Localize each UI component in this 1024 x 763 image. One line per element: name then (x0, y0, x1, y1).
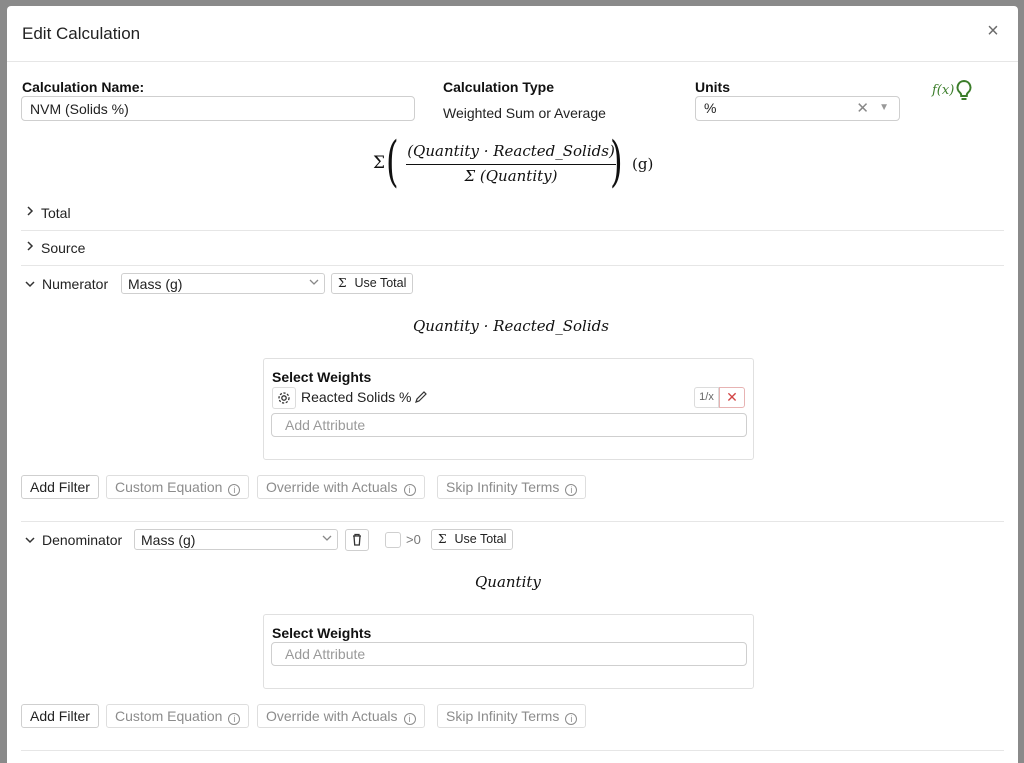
reciprocal-button[interactable]: 1/x (694, 387, 719, 408)
formula-left-paren: ( (386, 130, 399, 193)
denominator-formula: Quantity (475, 573, 541, 591)
formula-denominator: Σ (Quantity) (464, 167, 558, 185)
formula-numerator: (Quantity · Reacted_Solids) (407, 142, 615, 160)
sigma-icon: Σ (338, 276, 347, 290)
chevron-down-icon[interactable] (23, 277, 37, 291)
denominator-weights-panel: Select Weights (263, 614, 754, 689)
info-icon: i (228, 484, 241, 496)
weight-item-label: Reacted Solids % (301, 389, 412, 405)
greater-than-zero-label: >0 (406, 532, 421, 547)
calculation-name-label: Calculation Name: (22, 79, 145, 95)
numerator-use-total-button[interactable]: Σ Use Total (331, 273, 414, 294)
calculation-name-input[interactable] (21, 96, 415, 121)
custom-equation-label: Custom Equation (115, 479, 223, 495)
numerator-label: Numerator (42, 276, 109, 292)
override-actuals-button[interactable]: Override with Actuals i (257, 475, 425, 499)
greater-than-zero-checkbox[interactable] (385, 532, 401, 548)
sigma-icon: Σ (438, 532, 447, 546)
formula-fraction-bar (406, 164, 616, 165)
chevron-down-icon (309, 279, 319, 285)
info-icon: i (403, 713, 416, 725)
edit-calculation-modal: Edit Calculation × Calculation Name: Cal… (7, 6, 1018, 763)
chevron-down-icon[interactable]: ▼ (879, 102, 889, 113)
info-icon: i (403, 484, 416, 496)
chevron-down-icon (322, 535, 332, 541)
skip-infinity-button[interactable]: Skip Infinity Terms i (437, 704, 587, 728)
denominator-select-value: Mass (g) (141, 532, 196, 548)
add-filter-button[interactable]: Add Filter (21, 704, 99, 728)
custom-equation-button[interactable]: Custom Equation i (106, 475, 250, 499)
numerator-weights-panel: Select Weights Reacted Solids % 1/x ✕ (263, 358, 754, 460)
chevron-right-icon (27, 241, 34, 251)
units-label: Units (695, 79, 730, 95)
lightbulb-icon[interactable] (955, 79, 973, 104)
denominator-quantity-select[interactable]: Mass (g) (134, 529, 338, 550)
units-value: % (704, 100, 717, 116)
info-icon: i (565, 484, 578, 496)
modal-header: Edit Calculation × (7, 6, 1018, 62)
weights-title: Select Weights (272, 625, 372, 641)
add-attribute-input[interactable] (271, 642, 747, 666)
chevron-right-icon (27, 206, 34, 216)
divider (21, 750, 1004, 751)
skip-infinity-label: Skip Infinity Terms (446, 708, 560, 724)
chevron-down-icon[interactable] (23, 533, 37, 547)
info-icon: i (565, 713, 578, 725)
section-source[interactable]: Source (21, 231, 1004, 266)
clear-icon[interactable]: ✕ (856, 99, 869, 117)
denominator-label: Denominator (42, 532, 123, 548)
numerator-formula: Quantity · Reacted_Solids (413, 317, 609, 335)
function-icon[interactable]: f(x) (932, 83, 954, 98)
skip-infinity-button[interactable]: Skip Infinity Terms i (437, 475, 587, 499)
custom-equation-button[interactable]: Custom Equation i (106, 704, 250, 728)
section-total-label: Total (41, 205, 71, 221)
close-icon[interactable]: × (982, 20, 1004, 42)
weights-title: Select Weights (272, 369, 372, 385)
add-attribute-input[interactable] (271, 413, 747, 437)
numerator-quantity-select[interactable]: Mass (g) (121, 273, 325, 294)
use-total-label: Use Total (454, 532, 507, 546)
numerator-select-value: Mass (g) (128, 276, 183, 292)
override-actuals-button[interactable]: Override with Actuals i (257, 704, 425, 728)
custom-equation-label: Custom Equation (115, 708, 223, 724)
skip-infinity-label: Skip Infinity Terms (446, 479, 560, 495)
calculation-type-value: Weighted Sum or Average (443, 105, 606, 121)
override-label: Override with Actuals (266, 708, 398, 724)
add-filter-button[interactable]: Add Filter (21, 475, 99, 499)
formula-unit: (g) (632, 155, 654, 173)
formula-sigma: Σ (373, 153, 386, 173)
formula-right-paren: ) (610, 130, 623, 193)
trash-icon[interactable] (345, 529, 369, 551)
divider (21, 521, 1004, 522)
calculation-formula: Σ ( (Quantity · Reacted_Solids) Σ (Quant… (370, 130, 670, 194)
info-icon: i (228, 713, 241, 725)
units-select[interactable]: % ✕ ▼ (695, 96, 900, 121)
section-source-label: Source (41, 240, 86, 256)
modal-title: Edit Calculation (22, 24, 141, 43)
use-total-label: Use Total (354, 276, 407, 290)
section-total[interactable]: Total (21, 196, 1004, 231)
pencil-icon[interactable] (414, 390, 428, 404)
denominator-use-total-button[interactable]: Σ Use Total (431, 529, 514, 550)
override-label: Override with Actuals (266, 479, 398, 495)
remove-weight-button[interactable]: ✕ (719, 387, 745, 408)
calculation-type-label: Calculation Type (443, 79, 554, 95)
gear-icon[interactable] (272, 387, 296, 409)
